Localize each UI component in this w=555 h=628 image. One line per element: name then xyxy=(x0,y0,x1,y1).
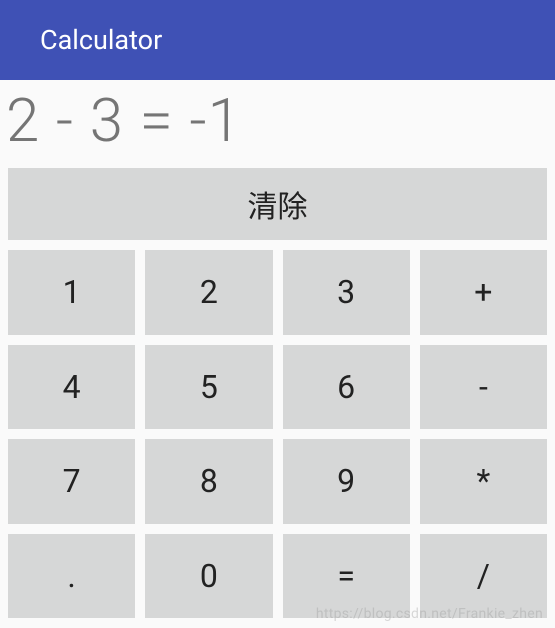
key-minus[interactable]: - xyxy=(420,345,547,430)
key-divide[interactable]: / xyxy=(420,534,547,619)
app-bar: Calculator xyxy=(0,0,555,80)
key-equals[interactable]: = xyxy=(283,534,410,619)
key-grid: 1 2 3 + 4 5 6 - 7 8 9 * . 0 = / xyxy=(8,250,547,618)
key-0[interactable]: 0 xyxy=(145,534,272,619)
key-multiply[interactable]: * xyxy=(420,439,547,524)
clear-row: 清除 xyxy=(8,168,547,240)
calculator-display: 2 - 3 = -1 xyxy=(0,80,555,164)
keypad: 清除 1 2 3 + 4 5 6 - 7 8 9 * . 0 = / xyxy=(0,164,555,626)
key-3[interactable]: 3 xyxy=(283,250,410,335)
key-8[interactable]: 8 xyxy=(145,439,272,524)
app-title: Calculator xyxy=(40,24,162,56)
key-5[interactable]: 5 xyxy=(145,345,272,430)
key-plus[interactable]: + xyxy=(420,250,547,335)
display-expression: 2 - 3 = -1 xyxy=(6,85,242,156)
clear-button[interactable]: 清除 xyxy=(8,168,547,240)
key-7[interactable]: 7 xyxy=(8,439,135,524)
key-1[interactable]: 1 xyxy=(8,250,135,335)
key-4[interactable]: 4 xyxy=(8,345,135,430)
key-9[interactable]: 9 xyxy=(283,439,410,524)
key-2[interactable]: 2 xyxy=(145,250,272,335)
key-6[interactable]: 6 xyxy=(283,345,410,430)
key-dot[interactable]: . xyxy=(8,534,135,619)
